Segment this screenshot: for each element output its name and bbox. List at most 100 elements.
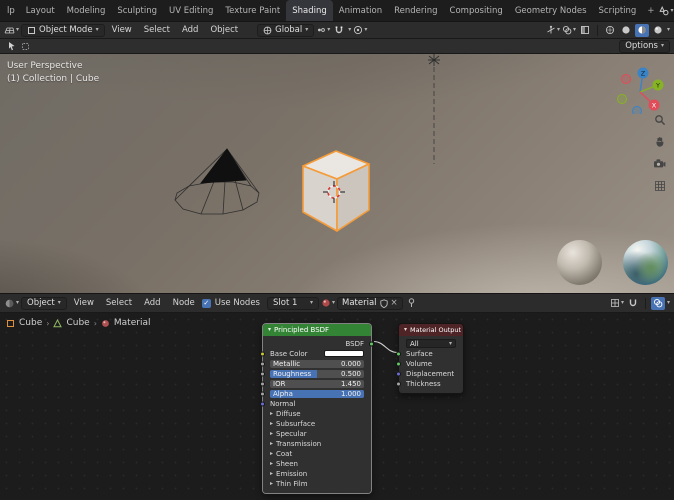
roughness-socket[interactable] — [260, 371, 265, 376]
pin-button[interactable] — [405, 297, 419, 310]
tab-layout[interactable]: Layout — [20, 0, 61, 21]
bsdf-output-socket[interactable] — [369, 341, 374, 346]
metallic-slider[interactable]: Metallic 0.000 — [270, 360, 364, 368]
toggle-orthographic-button[interactable] — [652, 178, 667, 193]
shading-rendered-button[interactable] — [651, 24, 665, 37]
breadcrumb-object[interactable]: Cube — [19, 318, 42, 328]
gizmo-axis-negz[interactable] — [633, 107, 642, 115]
add-workspace-button[interactable]: + — [642, 0, 659, 21]
scene-dropdown-button[interactable]: ▾ — [659, 4, 673, 17]
volume-socket[interactable] — [396, 361, 401, 366]
shader-menu-node[interactable]: Node — [168, 298, 200, 308]
metallic-socket[interactable] — [260, 361, 265, 366]
show-gizmos-dropdown[interactable]: ▾ — [546, 24, 560, 37]
collapse-icon[interactable]: ▾ — [404, 327, 407, 333]
proportional-editing-button[interactable]: ▾ — [353, 24, 367, 37]
menu-select[interactable]: Select — [139, 25, 175, 35]
gizmo-axis-negy[interactable] — [618, 95, 627, 104]
material-output-node[interactable]: ▾ Material Output All ▾ Surface Volume — [398, 323, 464, 394]
section-emission[interactable]: ▸ Emission — [263, 469, 371, 478]
breadcrumb-material[interactable]: Material — [114, 318, 151, 328]
shader-node-editor[interactable]: Cube › Cube › Material ▾ Principled BSDF — [0, 313, 674, 500]
navigation-gizmo[interactable]: Z Y X — [612, 62, 668, 114]
section-transmission[interactable]: ▸ Transmission — [263, 439, 371, 448]
pan-button[interactable] — [652, 134, 667, 149]
collapse-icon[interactable]: ▾ — [268, 327, 271, 333]
tab-scripting[interactable]: Scripting — [593, 0, 643, 21]
shader-snap-toggle[interactable] — [626, 297, 640, 310]
tab-modeling[interactable]: Modeling — [61, 0, 112, 21]
overlays-dropdown-chevron[interactable]: ▾ — [667, 300, 670, 306]
shader-menu-view[interactable]: View — [69, 298, 99, 308]
shader-menu-select[interactable]: Select — [101, 298, 137, 308]
section-coat[interactable]: ▸ Coat — [263, 449, 371, 458]
base-color-swatch[interactable] — [324, 350, 364, 357]
snap-dropdown-chevron[interactable]: ▾ — [348, 27, 351, 33]
principled-bsdf-node[interactable]: ▾ Principled BSDF BSDF Base Color — [262, 323, 372, 494]
material-slot-dropdown[interactable]: Slot 1 ▾ — [267, 297, 319, 310]
tab-animation[interactable]: Animation — [333, 0, 388, 21]
zoom-button[interactable] — [652, 112, 667, 127]
options-dropdown[interactable]: Options ▾ — [619, 40, 670, 53]
pivot-point-dropdown[interactable]: ▾ — [316, 24, 330, 37]
displacement-socket[interactable] — [396, 371, 401, 376]
editor-type-button[interactable]: ▾ — [4, 24, 19, 37]
use-nodes-checkbox[interactable]: ✓ — [202, 299, 211, 308]
base-color-socket[interactable] — [260, 351, 265, 356]
ior-socket[interactable] — [260, 381, 265, 386]
active-tool-button[interactable] — [4, 40, 18, 53]
shading-solid-button[interactable] — [619, 24, 633, 37]
section-subsurface[interactable]: ▸ Subsurface — [263, 419, 371, 428]
camera-view-button[interactable] — [652, 156, 667, 171]
alpha-socket[interactable] — [260, 391, 265, 396]
tab-sculpting[interactable]: Sculpting — [111, 0, 163, 21]
tab-shading[interactable]: Shading — [286, 0, 333, 21]
section-diffuse[interactable]: ▸ Diffuse — [263, 409, 371, 418]
show-overlays-dropdown[interactable]: ▾ — [562, 24, 576, 37]
gizmo-axis-negx[interactable] — [622, 75, 631, 84]
viewport-3d[interactable]: User Perspective (1) Collection | Cube — [0, 54, 674, 293]
tab-compositing[interactable]: Compositing — [444, 0, 509, 21]
node-snapping-button[interactable]: ▾ — [610, 297, 624, 310]
tab-geometry-nodes[interactable]: Geometry Nodes — [509, 0, 593, 21]
output-node-header[interactable]: ▾ Material Output — [399, 324, 463, 336]
section-specular[interactable]: ▸ Specular — [263, 429, 371, 438]
section-thin-film[interactable]: ▸ Thin Film — [263, 479, 371, 488]
output-target-dropdown[interactable]: All ▾ — [406, 339, 456, 348]
cone-object[interactable] — [175, 149, 259, 214]
ior-slider[interactable]: IOR 1.450 — [270, 380, 364, 388]
mode-dropdown[interactable]: Object Mode ▾ — [21, 24, 105, 37]
snap-toggle-button[interactable] — [332, 24, 346, 37]
tab-texture-paint[interactable]: Texture Paint — [219, 0, 286, 21]
menu-help-cropped[interactable]: lp — [2, 0, 20, 21]
menu-object[interactable]: Object — [205, 25, 243, 35]
browse-material-button[interactable]: ▾ — [321, 297, 335, 310]
principled-node-header[interactable]: ▾ Principled BSDF — [263, 324, 371, 336]
tab-rendering[interactable]: Rendering — [388, 0, 443, 21]
alpha-slider[interactable]: Alpha 1.000 — [270, 390, 364, 398]
shader-overlays-button[interactable] — [651, 297, 665, 310]
breadcrumb-mesh[interactable]: Cube — [66, 318, 89, 328]
tab-uv-editing[interactable]: UV Editing — [163, 0, 219, 21]
roughness-slider[interactable]: Roughness 0.500 — [270, 370, 364, 378]
tool-options-button[interactable] — [18, 40, 32, 53]
material-name-field[interactable]: Material × — [337, 297, 403, 310]
cube-object[interactable] — [303, 151, 369, 231]
normal-socket[interactable] — [260, 401, 265, 406]
xray-toggle-button[interactable] — [578, 24, 592, 37]
shading-material-preview-button[interactable] — [635, 24, 649, 37]
shader-menu-add[interactable]: Add — [139, 298, 165, 308]
shading-wireframe-button[interactable] — [603, 24, 617, 37]
menu-add[interactable]: Add — [177, 25, 203, 35]
section-sheen[interactable]: ▸ Sheen — [263, 459, 371, 468]
surface-socket[interactable] — [396, 351, 401, 356]
sun-light-gizmo[interactable] — [428, 54, 440, 164]
shader-editor-type-button[interactable]: ▾ — [4, 297, 19, 310]
thickness-socket[interactable] — [396, 381, 401, 386]
fake-user-shield-icon[interactable] — [380, 299, 388, 308]
transform-orientation-dropdown[interactable]: Global ▾ — [257, 24, 314, 37]
unlink-material-button[interactable]: × — [391, 298, 398, 308]
menu-view[interactable]: View — [107, 25, 137, 35]
shader-type-dropdown[interactable]: Object ▾ — [21, 297, 67, 310]
shading-dropdown-chevron[interactable]: ▾ — [667, 27, 670, 33]
